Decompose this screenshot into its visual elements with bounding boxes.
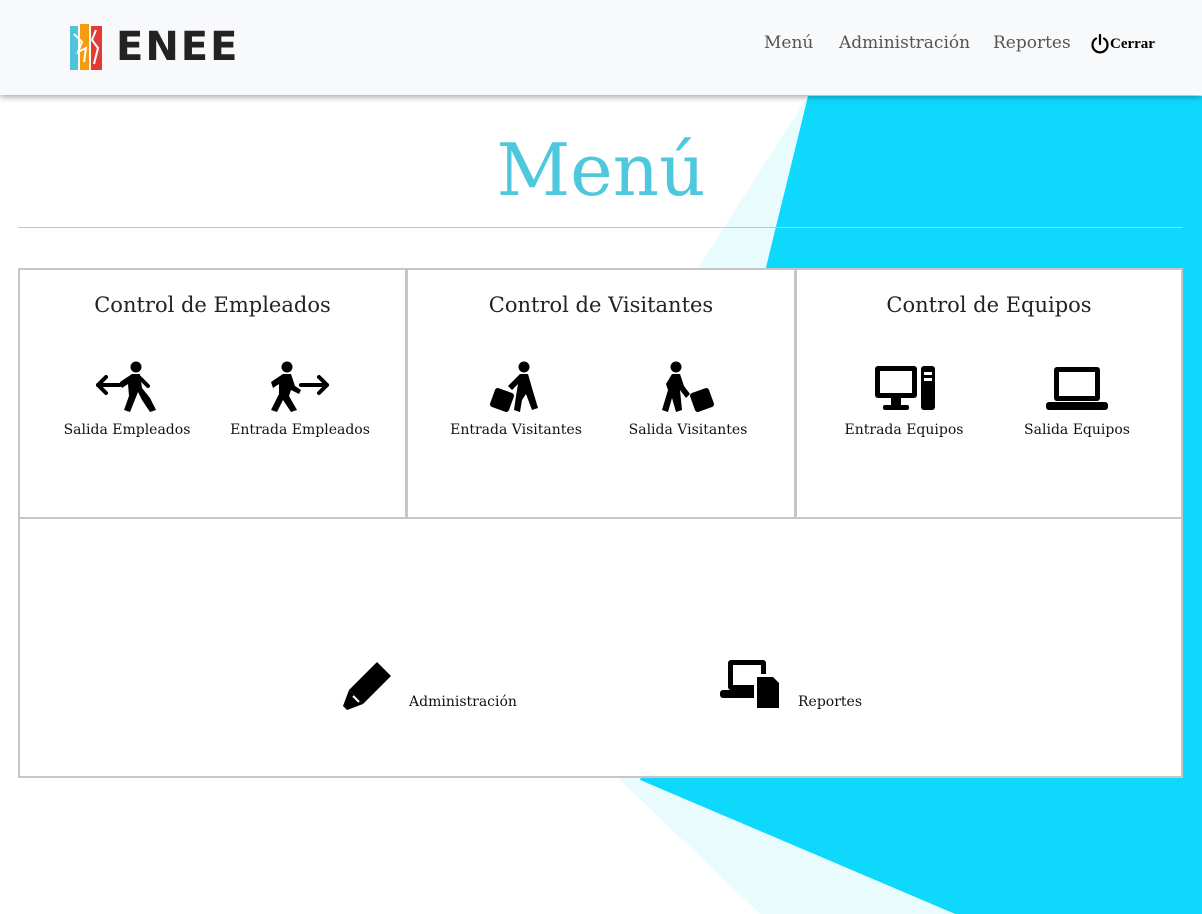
- nav-administracion-link[interactable]: Administración: [839, 33, 970, 53]
- salida-visitantes-button[interactable]: Salida Visitantes: [603, 360, 773, 438]
- logout-label: Cerrar: [1110, 35, 1155, 52]
- top-navbar: ENEE Menú Administración Reportes Cerrar: [0, 0, 1202, 95]
- panel-title: Control de Visitantes: [488, 293, 714, 317]
- person-luggage-icon: [490, 361, 538, 412]
- item-label: Entrada Empleados: [230, 422, 370, 438]
- entrada-visitantes-button[interactable]: Entrada Visitantes: [431, 360, 601, 438]
- panel-control-equipos: Control de Equipos Entrada Equipos Salid…: [795, 268, 1183, 519]
- item-label: Administración: [409, 694, 517, 710]
- reportes-button[interactable]: Reportes: [720, 658, 862, 712]
- nav-menu-link[interactable]: Menú: [764, 33, 813, 53]
- panel-control-empleados: Control de Empleados Salida Empleados En…: [18, 268, 407, 519]
- nav-reportes-link[interactable]: Reportes: [993, 33, 1071, 53]
- desktop-icon: [875, 366, 935, 410]
- item-label: Salida Visitantes: [628, 422, 748, 438]
- title-divider: [18, 227, 1183, 228]
- walking-enter-icon: [271, 361, 329, 412]
- nav-links: Menú Administración Reportes Cerrar: [0, 33, 1202, 63]
- panel-title: Control de Equipos: [886, 293, 1092, 317]
- entrada-equipos-button[interactable]: Entrada Equipos: [819, 360, 989, 438]
- panel-admin-reportes: Administración Reportes: [18, 517, 1183, 778]
- item-label: Reportes: [798, 694, 863, 710]
- page-title: Menú: [496, 128, 706, 212]
- administracion-button[interactable]: Administración: [341, 658, 517, 712]
- salida-empleados-button[interactable]: Salida Empleados: [42, 360, 212, 438]
- item-label: Entrada Visitantes: [450, 422, 582, 438]
- walking-exit-icon: [96, 361, 156, 412]
- panel-control-visitantes: Control de Visitantes Entrada Visitantes…: [406, 268, 796, 519]
- salida-equipos-button[interactable]: Salida Equipos: [992, 360, 1162, 438]
- item-label: Entrada Equipos: [844, 422, 964, 438]
- entrada-empleados-button[interactable]: Entrada Empleados: [215, 360, 385, 438]
- person-luggage-icon: [662, 361, 714, 412]
- panel-title: Control de Empleados: [94, 293, 331, 317]
- logout-button[interactable]: Cerrar: [1090, 34, 1155, 54]
- power-icon: [1091, 34, 1109, 54]
- laptop-icon: [1046, 367, 1108, 410]
- laptop-file-icon: [720, 660, 782, 710]
- item-label: Salida Equipos: [1024, 422, 1130, 438]
- item-label: Salida Empleados: [63, 422, 191, 438]
- marker-icon: [343, 662, 391, 710]
